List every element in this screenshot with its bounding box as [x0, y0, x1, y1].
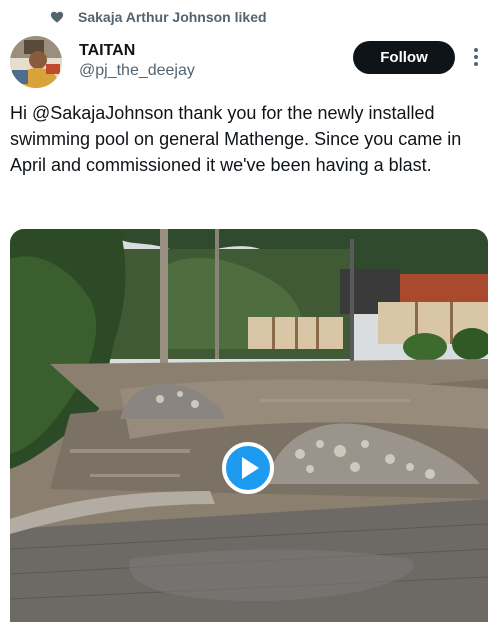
- play-button[interactable]: [222, 442, 274, 494]
- video-media[interactable]: [10, 229, 488, 622]
- play-icon: [242, 457, 259, 479]
- social-context: Sakaja Arthur Johnson liked: [50, 7, 267, 27]
- display-name[interactable]: TAITAN: [79, 41, 195, 61]
- more-icon[interactable]: [466, 46, 486, 68]
- avatar[interactable]: [10, 36, 62, 88]
- handle[interactable]: @pj_the_deejay: [79, 61, 195, 81]
- follow-button[interactable]: Follow: [353, 41, 455, 74]
- video-thumbnail: [10, 229, 488, 622]
- author-block: TAITAN @pj_the_deejay: [79, 41, 195, 81]
- heart-icon: [50, 11, 64, 23]
- social-context-text[interactable]: Sakaja Arthur Johnson liked: [78, 9, 267, 25]
- tweet-text: Hi @SakajaJohnson thank you for the newl…: [10, 103, 462, 175]
